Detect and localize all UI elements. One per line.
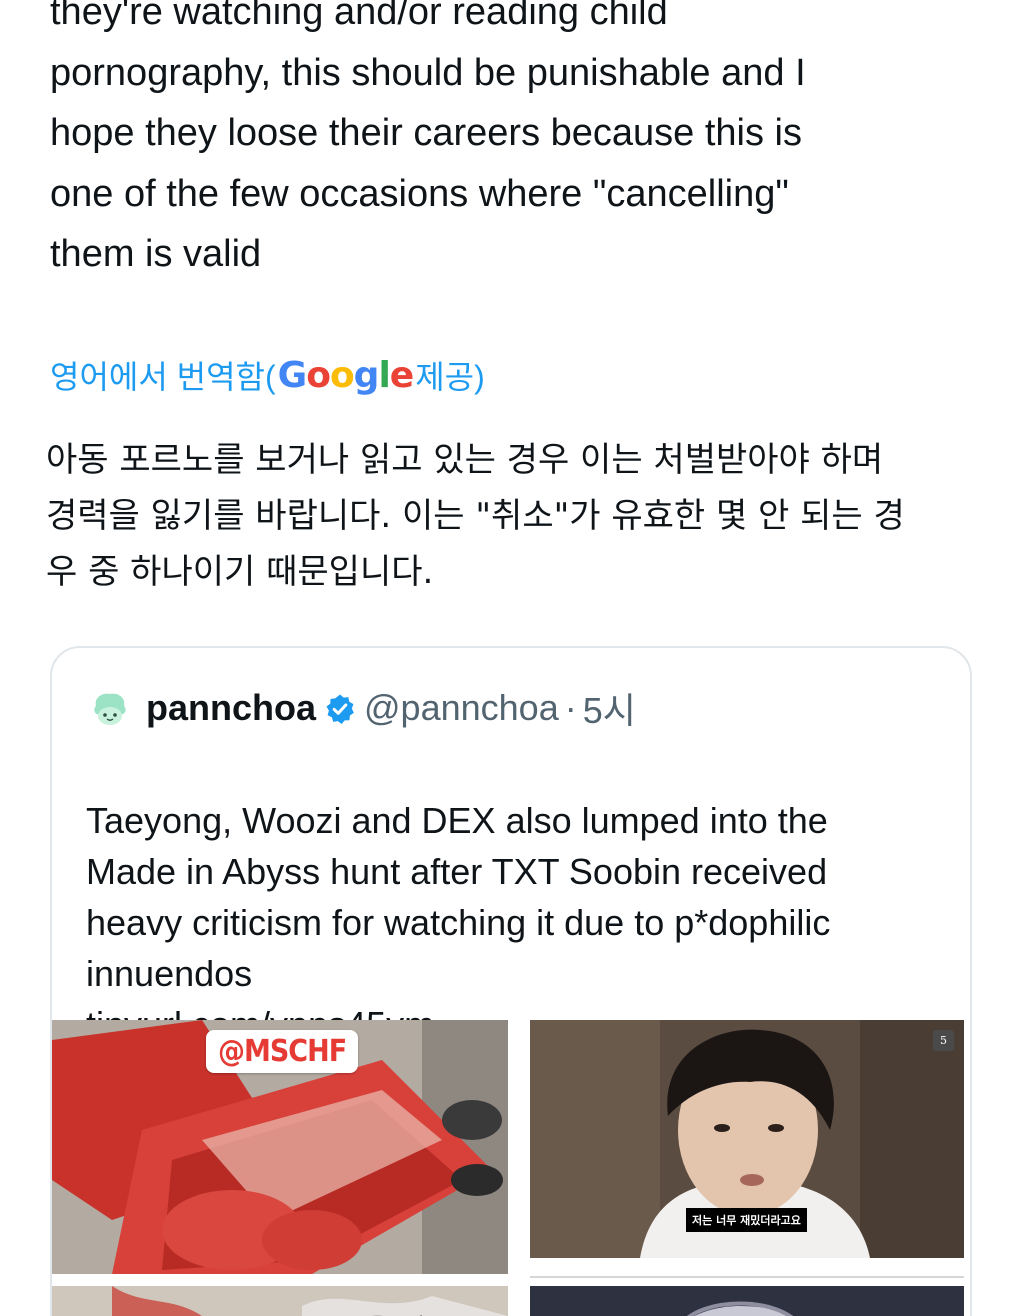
quoted-timestamp[interactable]: 5시 (583, 682, 636, 734)
media-image-red-box[interactable]: @MSCHF (52, 1020, 508, 1274)
google-logo: Google (277, 354, 415, 396)
quoted-tweet-header: pannchoa @pannchoa · 5시 (88, 684, 636, 732)
quoted-media-grid: @MSCHF 5 저는 너무 재밌더라고요 (52, 1020, 970, 1316)
quoted-display-name[interactable]: pannchoa (146, 687, 316, 729)
quoted-handle[interactable]: @pannchoa (364, 687, 559, 729)
slide-counter-badge: 5 (933, 1030, 954, 1051)
drawing-thumbnail (52, 1286, 508, 1316)
media-video-thumbnail[interactable]: 5 저는 너무 재밌더라고요 (530, 1020, 964, 1258)
video-subtitle: 저는 너무 재밌더라고요 (686, 1208, 807, 1232)
mint-avatar-icon[interactable] (88, 686, 132, 730)
quoted-tweet-text: Taeyong, Woozi and DEX also lumped into … (86, 800, 831, 994)
header-separator: · (564, 687, 577, 728)
translation-label-suffix: 제공) (415, 359, 485, 395)
quoted-tweet-card[interactable]: pannchoa @pannchoa · 5시 Taeyong, Woozi a… (50, 646, 972, 1316)
anime-thumbnail (530, 1286, 964, 1316)
translation-attribution[interactable]: 영어에서 번역함( Google 제공) (50, 350, 485, 400)
media-image-drawing[interactable] (52, 1286, 508, 1316)
translated-tweet-text: 아동 포르노를 보거나 읽고 있는 경우 이는 처벌받아야 하며 경력을 잃기를… (46, 440, 905, 592)
mschf-watermark: @MSCHF (206, 1030, 359, 1073)
media-image-anime[interactable] (530, 1286, 964, 1316)
tweet-body-text: they're watching and/or reading child po… (50, 0, 806, 275)
media-divider (530, 1276, 964, 1278)
translation-label-prefix: 영어에서 번역함( (50, 359, 276, 395)
verified-badge-icon (324, 692, 356, 724)
